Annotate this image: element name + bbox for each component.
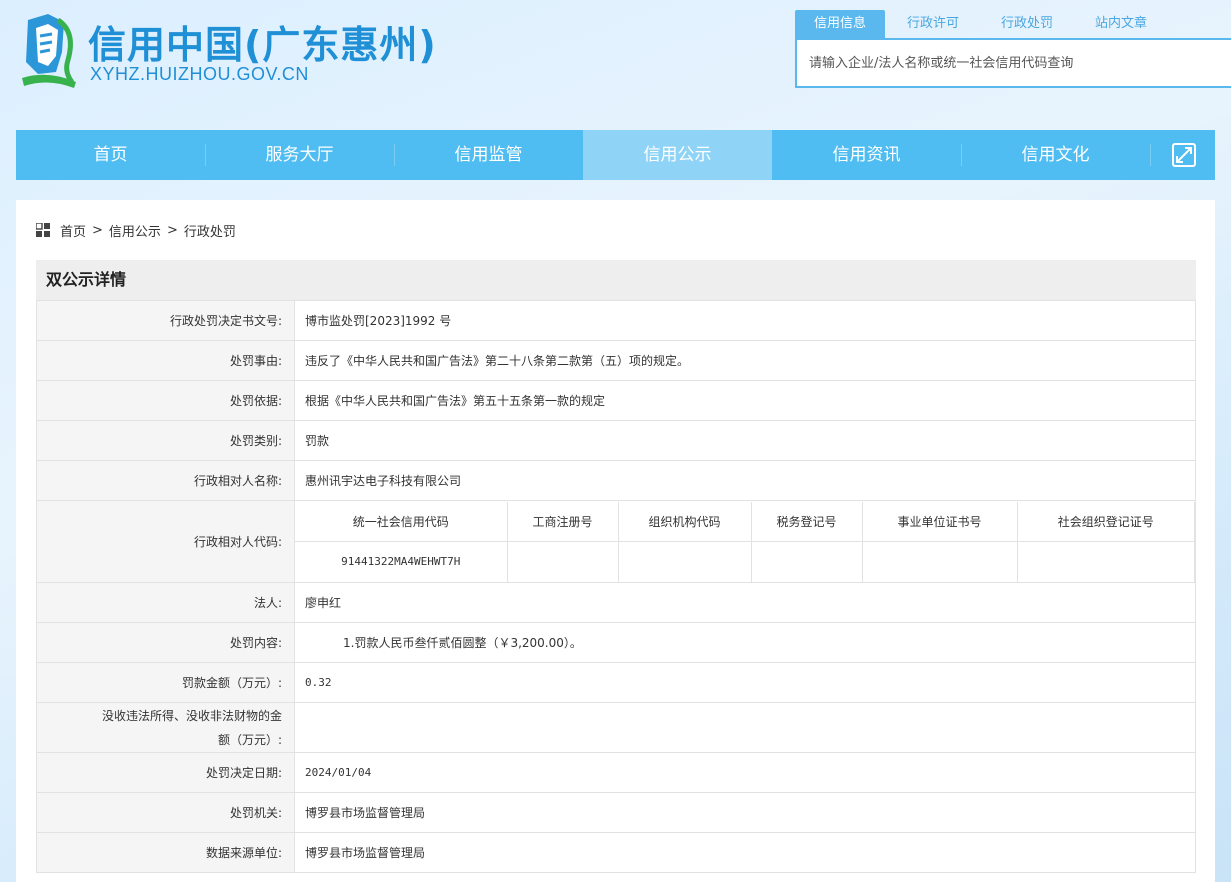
- table-row: 处罚依据: 根据《中华人民共和国广告法》第五十五条第一款的规定: [36, 380, 1196, 421]
- breadcrumb-home[interactable]: 首页: [60, 221, 86, 240]
- breadcrumb-credit-publicity[interactable]: 信用公示: [109, 221, 161, 240]
- fine-amount-value: 0.32: [294, 662, 1196, 703]
- search-tab-admin-penalty[interactable]: 行政处罚: [987, 10, 1067, 38]
- party-code-table: 统一社会信用代码 工商注册号 组织机构代码 税务登记号 事业单位证书号 社会组织…: [295, 501, 1195, 582]
- penalty-reason-value: 违反了《中华人民共和国广告法》第二十八条第二款第（五）项的规定。: [294, 340, 1196, 381]
- content-panel: 首页 > 信用公示 > 行政处罚 双公示详情 行政处罚决定书文号: 博市监处罚[…: [16, 200, 1215, 882]
- credit-code-value: 91441322MA4WEHWT7H: [295, 541, 508, 582]
- row-label: 处罚事由:: [36, 340, 295, 381]
- table-row: 91441322MA4WEHWT7H: [295, 541, 1195, 582]
- code-header: 税务登记号: [750, 501, 863, 542]
- party-code-cell: 统一社会信用代码 工商注册号 组织机构代码 税务登记号 事业单位证书号 社会组织…: [294, 500, 1196, 583]
- table-row: 法人: 廖申红: [36, 582, 1196, 623]
- code-value: [506, 541, 619, 582]
- nav-item-credit-supervision[interactable]: 信用监管: [394, 130, 583, 180]
- search-tab-admin-license[interactable]: 行政许可: [893, 10, 973, 38]
- row-label: 处罚内容:: [36, 622, 295, 663]
- expand-icon[interactable]: [1172, 143, 1196, 167]
- penalty-content-value: 1.罚款人民币叁仟贰佰圆整（￥3,200.00）。: [294, 622, 1196, 663]
- penalty-authority-value: 博罗县市场监督管理局: [294, 792, 1196, 833]
- table-row: 处罚事由: 违反了《中华人民共和国广告法》第二十八条第二款第（五）项的规定。: [36, 340, 1196, 381]
- party-name-value: 惠州讯宇达电子科技有限公司: [294, 460, 1196, 501]
- nav-item-service-hall[interactable]: 服务大厅: [205, 130, 394, 180]
- row-label: 数据来源单位:: [36, 832, 295, 873]
- site-domain: XYHZ.HUIZHOU.GOV.CN: [90, 64, 309, 84]
- row-label: 行政相对人代码:: [36, 500, 295, 583]
- search-tab-site-articles[interactable]: 站内文章: [1081, 10, 1161, 38]
- data-source-value: 博罗县市场监督管理局: [294, 832, 1196, 873]
- row-label: 处罚类别:: [36, 420, 295, 461]
- decision-date-value: 2024/01/04: [294, 752, 1196, 793]
- row-label: 罚款金额（万元）:: [36, 662, 295, 703]
- code-header: 社会组织登记证号: [1016, 501, 1195, 542]
- table-row: 统一社会信用代码 工商注册号 组织机构代码 税务登记号 事业单位证书号 社会组织…: [295, 501, 1195, 542]
- code-value: [750, 541, 863, 582]
- row-label: 处罚依据:: [36, 380, 295, 421]
- breadcrumb-separator: >: [92, 222, 103, 238]
- code-value: [1016, 541, 1195, 582]
- table-row: 行政相对人代码: 统一社会信用代码 工商注册号 组织机构代码 税务登记号 事业单…: [36, 500, 1196, 583]
- nav-item-credit-culture[interactable]: 信用文化: [961, 130, 1150, 180]
- row-label: 处罚机关:: [36, 792, 295, 833]
- table-row: 行政处罚决定书文号: 博市监处罚[2023]1992 号: [36, 300, 1196, 341]
- search-tab-credit-info[interactable]: 信用信息: [795, 10, 885, 38]
- table-row: 处罚机关: 博罗县市场监督管理局: [36, 792, 1196, 833]
- penalty-basis-value: 根据《中华人民共和国广告法》第五十五条第一款的规定: [294, 380, 1196, 421]
- code-header: 工商注册号: [506, 501, 619, 542]
- code-header: 组织机构代码: [617, 501, 752, 542]
- table-row: 处罚类别: 罚款: [36, 420, 1196, 461]
- search-box: 信用信息 行政许可 行政处罚 站内文章: [795, 10, 1231, 88]
- search-input[interactable]: [795, 38, 1231, 88]
- code-header: 统一社会信用代码: [295, 501, 508, 542]
- row-label: 行政相对人名称:: [36, 460, 295, 501]
- table-row: 没收违法所得、没收非法财物的金额（万元）:: [36, 702, 1196, 753]
- legal-person-value: 廖申红: [294, 582, 1196, 623]
- detail-title: 双公示详情: [36, 260, 1196, 300]
- nav-item-credit-news[interactable]: 信用资讯: [772, 130, 961, 180]
- site-header: 信用中国(广东惠州) XYHZ.HUIZHOU.GOV.CN 信用信息 行政许可…: [0, 0, 1231, 110]
- breadcrumb-current: 行政处罚: [183, 224, 236, 240]
- row-label: 行政处罚决定书文号:: [36, 300, 295, 341]
- table-row: 罚款金额（万元）: 0.32: [36, 662, 1196, 703]
- row-label: 法人:: [36, 582, 295, 623]
- breadcrumb: 首页 > 信用公示 > 行政处罚: [36, 220, 236, 240]
- row-label: 处罚决定日期:: [36, 752, 295, 793]
- table-row: 行政相对人名称: 惠州讯宇达电子科技有限公司: [36, 460, 1196, 501]
- search-tabs: 信用信息 行政许可 行政处罚 站内文章: [795, 10, 1231, 38]
- breadcrumb-separator: >: [166, 222, 178, 238]
- confiscation-amount-value: [294, 702, 1196, 753]
- code-value: [861, 541, 1018, 582]
- table-row: 处罚决定日期: 2024/01/04: [36, 752, 1196, 793]
- nav-item-credit-publicity[interactable]: 信用公示: [583, 130, 772, 180]
- table-row: 处罚内容: 1.罚款人民币叁仟贰佰圆整（￥3,200.00）。: [36, 622, 1196, 663]
- city-logo-icon[interactable]: [18, 12, 80, 90]
- code-value: [617, 541, 752, 582]
- row-label: 没收违法所得、没收非法财物的金额（万元）:: [36, 702, 295, 753]
- code-header: 事业单位证书号: [861, 501, 1018, 542]
- nav-item-home[interactable]: 首页: [16, 130, 205, 180]
- detail-table: 行政处罚决定书文号: 博市监处罚[2023]1992 号 处罚事由: 违反了《中…: [36, 300, 1196, 873]
- penalty-type-value: 罚款: [294, 420, 1196, 461]
- table-row: 数据来源单位: 博罗县市场监督管理局: [36, 832, 1196, 873]
- decision-number-value: 博市监处罚[2023]1992 号: [294, 300, 1196, 341]
- nav-divider: [1150, 144, 1151, 166]
- grid-icon: [36, 223, 50, 237]
- site-title[interactable]: 信用中国(广东惠州): [88, 14, 437, 69]
- main-nav: 首页 服务大厅 信用监管 信用公示 信用资讯 信用文化: [16, 130, 1215, 180]
